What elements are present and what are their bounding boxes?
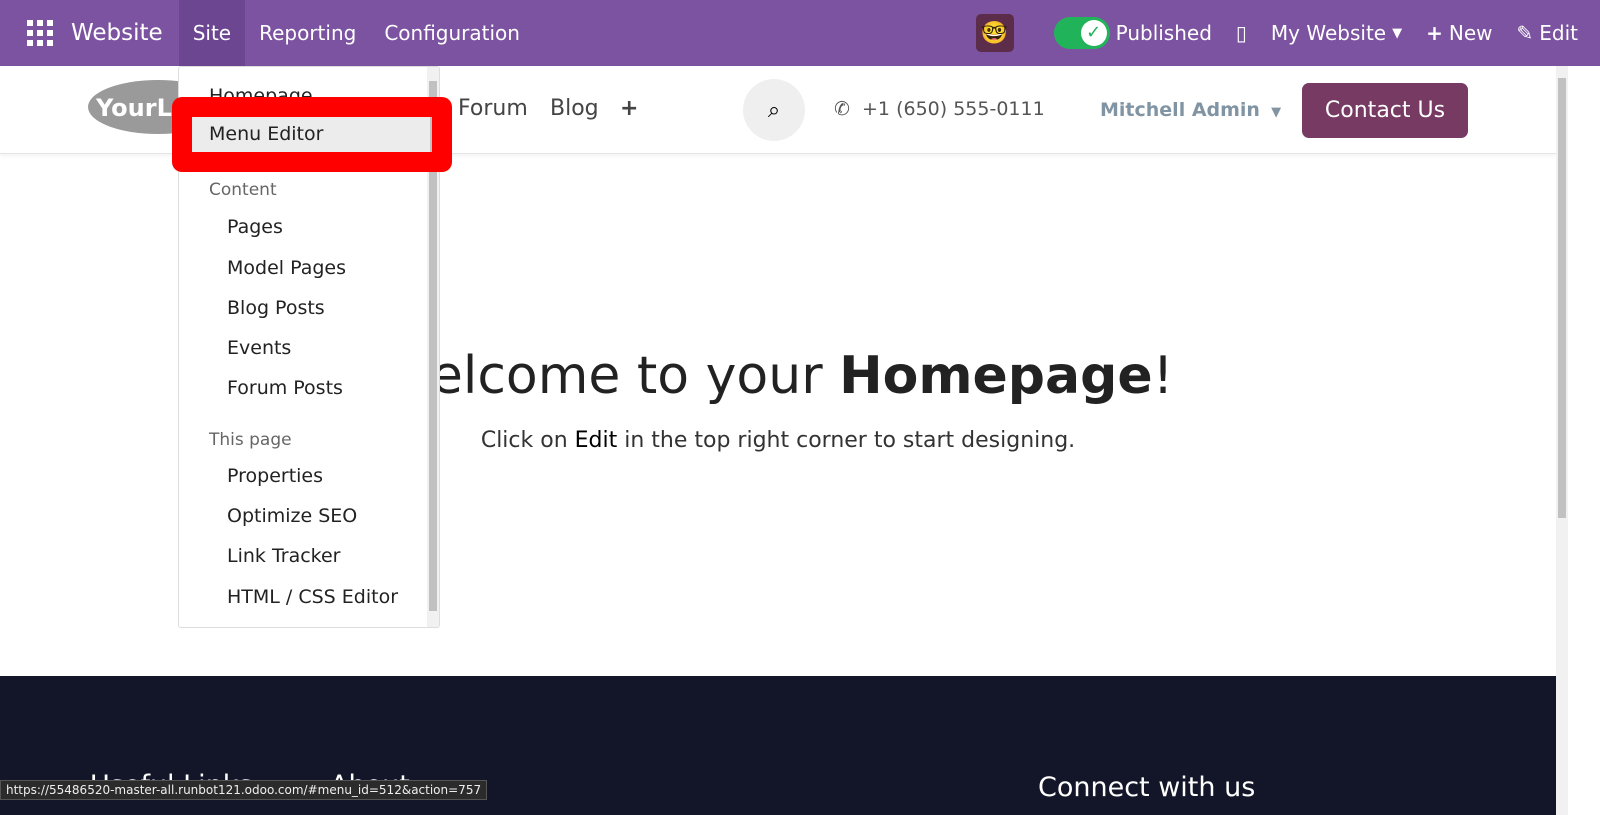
section-content: Content xyxy=(209,180,277,200)
published-toggle[interactable]: ✓ xyxy=(1053,17,1110,49)
menu-item-html-css-editor[interactable]: HTML / CSS Editor xyxy=(227,586,398,608)
hero-bold: Homepage xyxy=(839,346,1153,406)
search-icon: ⌕ xyxy=(767,97,781,123)
menu-item-blog-posts[interactable]: Blog Posts xyxy=(227,297,325,319)
website-label: My Website xyxy=(1270,21,1387,45)
phone-number: +1 (650) 555-0111 xyxy=(862,98,1045,120)
phone-icon: ✆ xyxy=(834,98,850,120)
edit-button[interactable]: ✎ Edit xyxy=(1517,21,1579,45)
published-label[interactable]: Published xyxy=(1116,21,1212,45)
page-scrollbar[interactable] xyxy=(1556,66,1568,815)
hero-suffix: ! xyxy=(1152,346,1174,406)
section-this-page: This page xyxy=(209,430,292,450)
sub-bold: Edit xyxy=(574,428,618,453)
app-name[interactable]: Website xyxy=(71,20,163,46)
sub-suffix: in the top right corner to start designi… xyxy=(617,428,1076,453)
menu-item-optimize-seo[interactable]: Optimize SEO xyxy=(227,505,357,527)
menu-item-events[interactable]: Events xyxy=(227,337,291,359)
edit-label: Edit xyxy=(1539,21,1578,45)
add-menu-plus-icon[interactable]: + xyxy=(620,96,638,121)
menu-item-properties[interactable]: Properties xyxy=(227,465,323,487)
menu-item-link-tracker[interactable]: Link Tracker xyxy=(227,545,341,567)
apps-grid-icon[interactable] xyxy=(27,20,53,46)
caret-down-icon: ▼ xyxy=(1392,25,1403,41)
footer-connect: Connect with us xyxy=(1038,772,1256,803)
phone[interactable]: ✆ +1 (650) 555-0111 xyxy=(834,98,1045,120)
hero-prefix: Welcome to your xyxy=(382,346,840,406)
avatar[interactable]: 🤓 xyxy=(975,14,1014,52)
nav-blog[interactable]: Blog xyxy=(550,96,599,121)
user-name: Mitchell Admin xyxy=(1100,99,1260,121)
page-edge xyxy=(1568,66,1600,815)
check-icon: ✓ xyxy=(1080,20,1107,46)
plus-icon: + xyxy=(1426,21,1443,45)
new-button[interactable]: + New xyxy=(1426,21,1492,45)
menu-configuration[interactable]: Configuration xyxy=(370,0,534,66)
caret-down-icon: ▼ xyxy=(1266,105,1282,120)
sub-prefix: Click on xyxy=(480,428,575,453)
top-navbar: Website Site Reporting Configuration 🤓 ✓… xyxy=(0,0,1600,66)
search-button[interactable]: ⌕ xyxy=(743,79,805,141)
menu-item-model-pages[interactable]: Model Pages xyxy=(227,257,346,279)
menu-item-forum-posts[interactable]: Forum Posts xyxy=(227,377,343,399)
status-bar-url: https://55486520-master-all.runbot121.od… xyxy=(0,780,488,800)
nav-forum[interactable]: Forum xyxy=(458,96,528,121)
new-label: New xyxy=(1448,21,1493,45)
menu-item-pages[interactable]: Pages xyxy=(227,216,283,238)
menu-reporting[interactable]: Reporting xyxy=(245,0,370,66)
mobile-preview-icon[interactable]: ▯ xyxy=(1236,21,1247,45)
pencil-icon: ✎ xyxy=(1516,21,1534,45)
user-menu[interactable]: Mitchell Admin ▼ xyxy=(1100,99,1281,121)
contact-us-button[interactable]: Contact Us xyxy=(1302,83,1468,138)
highlight-annotation xyxy=(172,97,452,172)
menu-site[interactable]: Site xyxy=(178,0,246,66)
website-switcher[interactable]: My Website ▼ xyxy=(1271,21,1402,45)
